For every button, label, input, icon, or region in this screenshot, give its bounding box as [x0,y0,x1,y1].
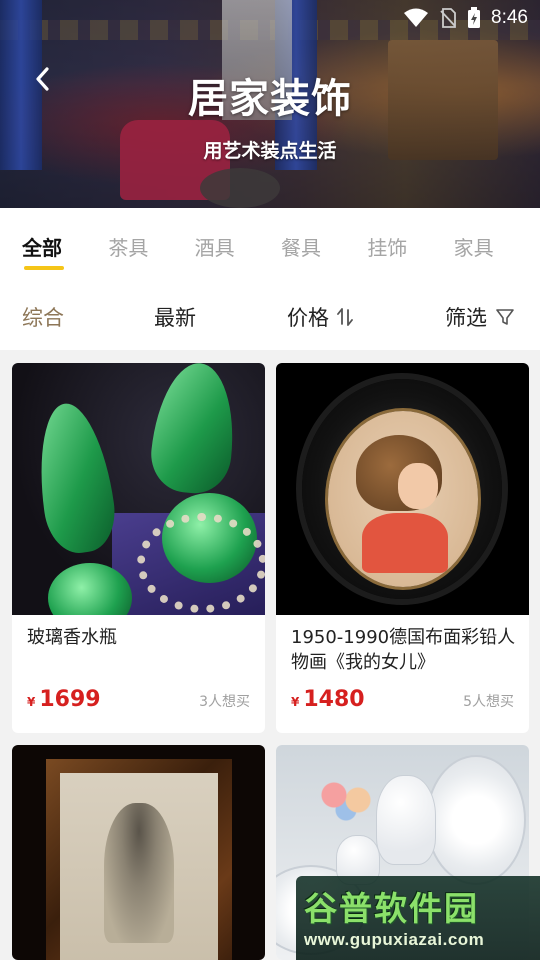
currency-symbol: ¥ [291,695,300,709]
product-image [12,363,265,615]
status-time: 8:46 [491,7,528,28]
product-name: 玻璃香水瓶 [27,627,117,648]
tab-furniture[interactable]: 家具 [454,232,540,261]
product-card[interactable] [12,745,265,960]
watermark-logo: 谷普软件园 [304,889,479,928]
no-sim-icon [440,8,456,28]
product-card[interactable]: 1950-1990德国布面彩铅人物画《我的女儿》 ¥ 1480 5人想买 [276,363,529,733]
product-image [276,363,529,615]
want-count: 5人想买 [463,694,514,710]
product-price: ¥ 1699 [27,687,101,712]
currency-symbol: ¥ [27,695,36,709]
price-row: ¥ 1480 5人想买 [291,687,514,712]
filter-button[interactable]: 筛选 [445,302,515,332]
wifi-icon [404,8,429,27]
want-count: 3人想买 [199,694,250,710]
banner-decor [200,168,280,208]
status-bar: 8:46 [403,4,528,32]
price-row: ¥ 1699 3人想买 [27,687,250,712]
sort-newest-label: 最新 [154,306,196,330]
product-price: ¥ 1480 [291,687,365,712]
sort-comprehensive-label: 综合 [22,306,64,330]
price-value: 1699 [39,687,101,712]
product-image [12,745,265,960]
sort-arrows-icon [337,308,353,326]
product-card[interactable]: 玻璃香水瓶 ¥ 1699 3人想买 [12,363,265,733]
filter-label: 筛选 [445,306,487,330]
sort-newest[interactable]: 最新 [154,302,196,332]
tab-wall-decor[interactable]: 挂饰 [367,232,453,261]
product-name: 1950-1990德国布面彩铅人物画《我的女儿》 [291,627,516,673]
tab-tableware[interactable]: 餐具 [281,232,367,261]
battery-charging-icon [468,7,481,28]
watermark-url: www.gupuxiazai.com [304,930,485,949]
sort-price-label: 价格 [287,306,329,330]
header-banner: 8:46 居家装饰 用艺术装点生活 [0,0,540,208]
page-title: 居家装饰 [188,76,352,122]
sort-comprehensive[interactable]: 综合 [22,302,64,332]
category-tabs: 全部 茶具 酒具 餐具 挂饰 家具 [0,208,540,284]
price-value: 1480 [303,687,365,712]
funnel-icon [496,309,514,325]
tab-all[interactable]: 全部 [22,232,108,270]
watermark: 谷普软件园 www.gupuxiazai.com [296,876,540,960]
sort-bar: 综合 最新 价格 筛选 [0,284,540,350]
tab-tea-set[interactable]: 茶具 [108,232,194,261]
sort-price[interactable]: 价格 [287,302,353,332]
tab-wine-set[interactable]: 酒具 [195,232,281,261]
page-subtitle: 用艺术装点生活 [203,140,337,162]
